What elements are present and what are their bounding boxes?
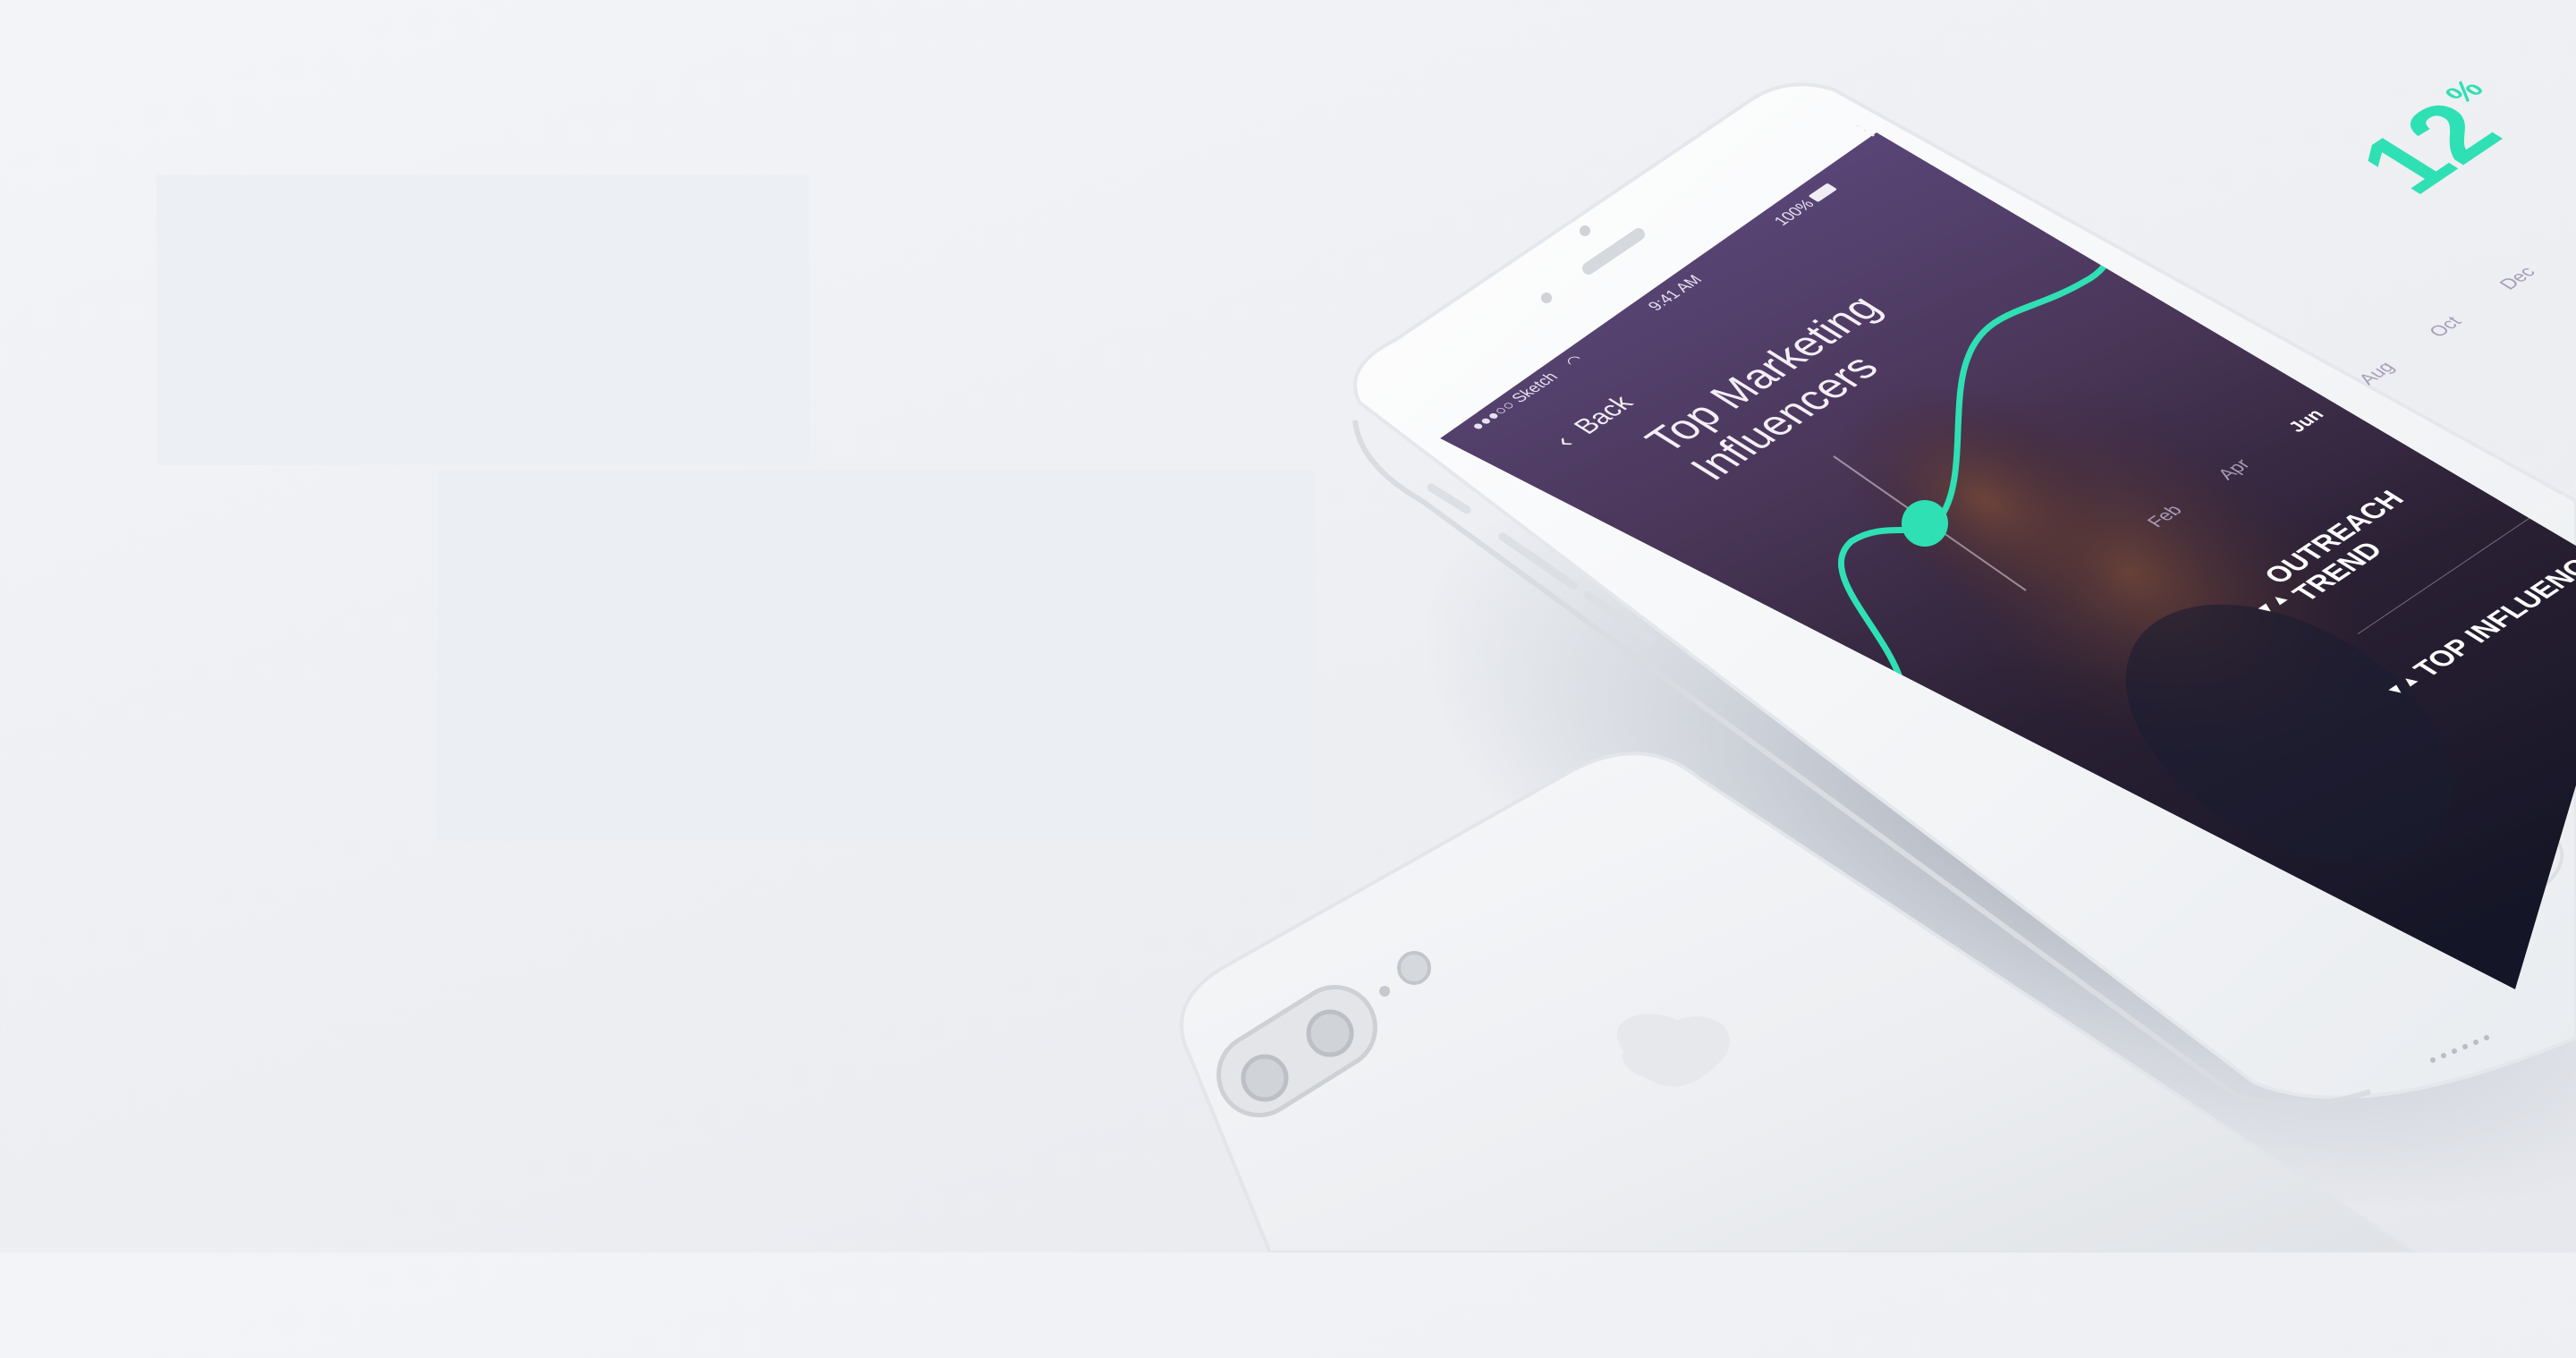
selected-point[interactable] <box>1902 500 1948 547</box>
trend-chart <box>1776 220 2132 708</box>
trend-line <box>1776 220 2132 708</box>
